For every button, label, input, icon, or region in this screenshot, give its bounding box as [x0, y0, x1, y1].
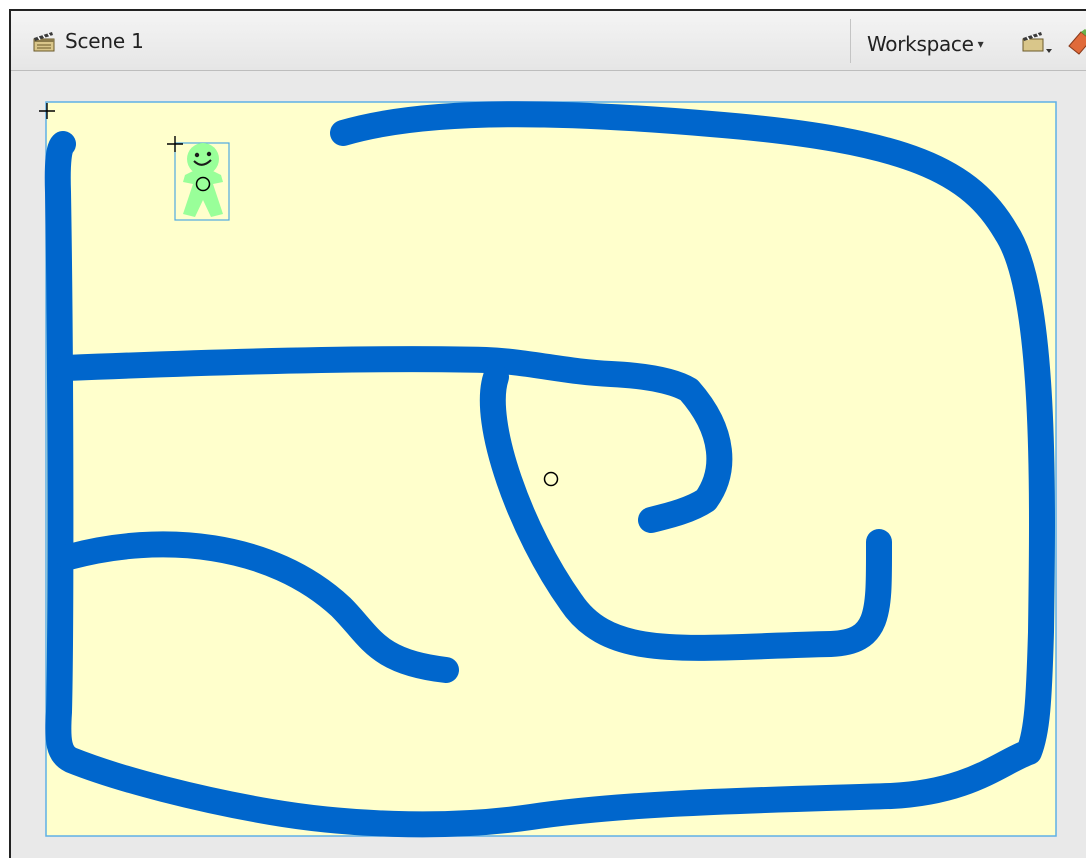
- app-window: Scene 1 Workspace ▾: [9, 9, 1086, 858]
- stage-canvas[interactable]: [11, 72, 1086, 858]
- edit-scene-button[interactable]: [1021, 27, 1057, 57]
- chevron-down-icon: ▾: [977, 37, 984, 51]
- stage-pasteboard: [11, 72, 1086, 858]
- scene-breadcrumb[interactable]: Scene 1: [31, 27, 144, 55]
- symbol-edit-icon: [1068, 29, 1086, 55]
- stage[interactable]: [45, 101, 1057, 837]
- toolbar-divider: [850, 19, 851, 63]
- character-eye-left: [194, 152, 200, 158]
- clapperboard-icon: [33, 32, 55, 52]
- edit-symbol-button[interactable]: [1067, 26, 1086, 56]
- workspace-menu-button[interactable]: Workspace ▾: [867, 30, 984, 58]
- scene-name: Scene 1: [65, 29, 144, 53]
- character-eye-right: [206, 151, 212, 157]
- clapperboard-dropdown-icon: [1022, 32, 1052, 53]
- workspace-label: Workspace: [867, 32, 974, 56]
- edit-bar: Scene 1 Workspace ▾: [11, 11, 1086, 71]
